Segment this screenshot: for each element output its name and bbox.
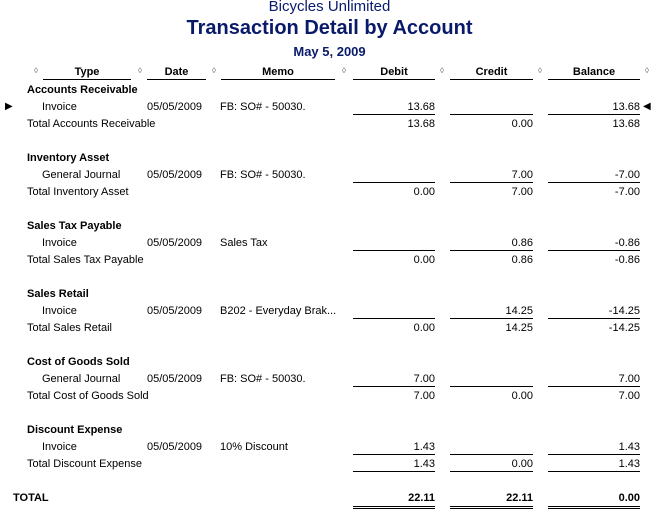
- account-total-label: Total Sales Tax Payable: [27, 254, 144, 266]
- account-total-label: Total Discount Expense: [27, 458, 142, 470]
- total-credit-cell: 14.25: [505, 322, 533, 334]
- column-resize-diamond-icon[interactable]: ◊: [210, 66, 218, 75]
- column-header-credit[interactable]: Credit: [450, 65, 533, 80]
- transaction-date[interactable]: 05/05/2009: [147, 168, 202, 182]
- column-resize-diamond-icon[interactable]: ◊: [643, 66, 651, 75]
- total-debit-cell: 7.00: [413, 390, 435, 402]
- grand-total-credit: 22.11: [450, 491, 533, 509]
- transaction-date[interactable]: 05/05/2009: [147, 236, 202, 250]
- debit-cell: 13.68: [353, 100, 435, 115]
- balance-cell: 7.00: [548, 372, 640, 387]
- grand-total-label: TOTAL: [13, 492, 49, 504]
- column-resize-diamond-icon[interactable]: ◊: [536, 66, 544, 75]
- balance-cell: -7.00: [548, 168, 640, 183]
- report-title: Transaction Detail by Account: [186, 17, 473, 39]
- account-heading: Cost of Goods Sold: [27, 356, 130, 368]
- total-debit-cell: 0.00: [413, 254, 435, 266]
- transaction-date[interactable]: 05/05/2009: [147, 304, 202, 318]
- debit-cell: 7.00: [353, 372, 435, 387]
- transaction-memo[interactable]: FB: SO# - 50030.: [220, 372, 306, 386]
- credit-cell: [450, 372, 533, 387]
- total-credit-cell: 0.00: [450, 457, 533, 472]
- account-total-label: Total Accounts Receivable: [27, 118, 156, 130]
- credit-cell: [450, 440, 533, 455]
- grand-total-balance: 0.00: [548, 491, 640, 509]
- column-resize-diamond-icon[interactable]: ◊: [32, 66, 40, 75]
- transaction-type[interactable]: Invoice: [42, 236, 77, 250]
- column-header-date[interactable]: Date: [147, 65, 206, 80]
- account-total-label: Total Cost of Goods Sold: [27, 390, 149, 402]
- account-heading: Inventory Asset: [27, 152, 110, 164]
- credit-cell: 0.86: [450, 236, 533, 251]
- company-name: Bicycles Unlimited: [268, 0, 391, 15]
- total-debit-cell: 13.68: [407, 118, 435, 130]
- debit-cell: [353, 168, 435, 183]
- account-heading: Sales Tax Payable: [27, 220, 122, 232]
- total-balance-cell: -7.00: [614, 186, 640, 198]
- balance-cell: -14.25: [548, 304, 640, 319]
- credit-cell: [450, 100, 533, 115]
- transaction-type[interactable]: Invoice: [42, 100, 77, 114]
- transaction-memo[interactable]: FB: SO# - 50030.: [220, 100, 306, 114]
- transaction-memo[interactable]: FB: SO# - 50030.: [220, 168, 306, 182]
- column-header-memo[interactable]: Memo: [221, 65, 335, 80]
- balance-cell: 13.68: [548, 100, 640, 115]
- transaction-type[interactable]: General Journal: [42, 372, 120, 386]
- total-credit-cell: 0.00: [511, 390, 533, 402]
- total-balance-cell: 7.00: [618, 390, 640, 402]
- column-resize-diamond-icon[interactable]: ◊: [136, 66, 144, 75]
- total-balance-cell: -0.86: [614, 254, 640, 266]
- column-resize-diamond-icon[interactable]: ◊: [340, 66, 348, 75]
- account-total-label: Total Sales Retail: [27, 322, 112, 334]
- transaction-memo[interactable]: 10% Discount: [220, 440, 288, 454]
- transaction-memo[interactable]: B202 - Everyday Brak...: [220, 304, 336, 318]
- total-debit-cell: 0.00: [413, 186, 435, 198]
- transaction-date[interactable]: 05/05/2009: [147, 372, 202, 386]
- transaction-memo[interactable]: Sales Tax: [220, 236, 268, 250]
- balance-cell: 1.43: [548, 440, 640, 455]
- total-balance-cell: 13.68: [612, 118, 640, 130]
- row-selected-arrow-icon: ◀: [643, 101, 651, 112]
- total-debit-cell: 1.43: [353, 457, 435, 472]
- debit-cell: [353, 236, 435, 251]
- transaction-date[interactable]: 05/05/2009: [147, 100, 202, 114]
- debit-cell: [353, 304, 435, 319]
- balance-cell: -0.86: [548, 236, 640, 251]
- total-balance-cell: -14.25: [608, 322, 640, 334]
- account-heading: Accounts Receivable: [27, 84, 138, 96]
- total-debit-cell: 0.00: [413, 322, 435, 334]
- transaction-type[interactable]: General Journal: [42, 168, 120, 182]
- column-header-debit[interactable]: Debit: [353, 65, 435, 80]
- column-header-type[interactable]: Type: [43, 65, 131, 80]
- total-balance-cell: 1.43: [548, 457, 640, 472]
- column-header-balance[interactable]: Balance: [548, 65, 640, 80]
- transaction-type[interactable]: Invoice: [42, 440, 77, 454]
- row-selected-arrow-icon: ▶: [5, 101, 13, 112]
- transaction-date[interactable]: 05/05/2009: [147, 440, 202, 454]
- report-date: May 5, 2009: [293, 44, 366, 59]
- credit-cell: 7.00: [450, 168, 533, 183]
- account-heading: Sales Retail: [27, 288, 89, 300]
- debit-cell: 1.43: [353, 440, 435, 455]
- column-resize-diamond-icon[interactable]: ◊: [438, 66, 446, 75]
- total-credit-cell: 7.00: [511, 186, 533, 198]
- grand-total-debit: 22.11: [353, 491, 435, 509]
- account-heading: Discount Expense: [27, 424, 123, 436]
- credit-cell: 14.25: [450, 304, 533, 319]
- transaction-type[interactable]: Invoice: [42, 304, 77, 318]
- total-credit-cell: 0.86: [511, 254, 533, 266]
- total-credit-cell: 0.00: [511, 118, 533, 130]
- account-total-label: Total Inventory Asset: [27, 186, 129, 198]
